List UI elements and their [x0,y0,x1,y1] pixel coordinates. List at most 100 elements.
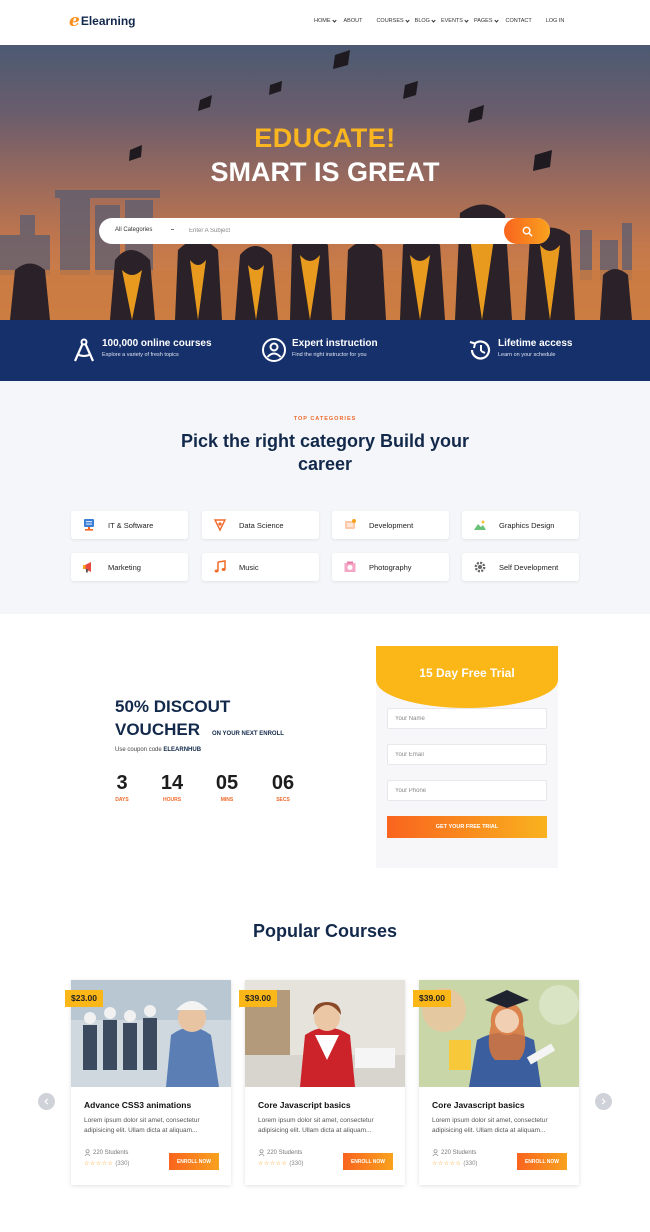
coupon-code: ELEARNHUB [163,747,202,753]
feature-subtitle: Find the right instructor for you [292,352,367,358]
nav-home[interactable]: HOME [314,17,337,24]
category-it-software[interactable]: IT & Software [71,511,188,539]
nav-events[interactable]: EVENTS [440,17,469,24]
students-text: 220 Students [441,1149,477,1156]
category-graphics-design[interactable]: Graphics Design [462,511,579,539]
enroll-now-button[interactable]: ENROLL NOW [517,1153,567,1170]
enroll-now-button[interactable]: ENROLL NOW [169,1153,219,1170]
nav-pages-label: PAGES [473,18,493,24]
phone-field[interactable] [387,780,547,801]
countdown-label: SECS [276,797,290,803]
user-circle-icon [262,338,286,362]
course-card[interactable]: $23.00 Advance CSS3 animations Lorem ips… [65,980,231,1185]
site-logo[interactable]: e Elearning [69,11,136,31]
nav-contact[interactable]: CONTACT [506,18,532,24]
category-label: Music [239,563,259,572]
category-self-development[interactable]: Self Development [462,553,579,581]
nav-courses[interactable]: COURSES [376,17,410,24]
star-rating-icon: ☆☆☆☆☆ [432,1161,462,1167]
features-bar: 100,000 online courses Explore a variety… [0,320,650,381]
students-count: 220 Students [84,1149,128,1156]
category-development[interactable]: Development [332,511,449,539]
course-card[interactable]: $39.00 Core Javascript basics Lorem ipsu… [413,980,579,1185]
main-nav: HOME ABOUT COURSES BLOG EVENTS PAGES CON… [314,17,565,24]
chevron-right-icon [601,1098,606,1105]
course-description: Lorem ipsum dolor sit amet, consectetur … [84,1117,200,1134]
free-trial-form: 15 Day Free Trial GET YOUR FREE TRIAL [376,646,558,868]
coupon-prefix: Use coupon code [115,747,162,753]
course-description: Lorem ipsum dolor sit amet, consectetur … [432,1117,548,1134]
search-button[interactable] [504,218,550,244]
get-free-trial-button[interactable]: GET YOUR FREE TRIAL [387,816,547,838]
coupon-text: Use coupon code ELEARNHUB [115,747,201,753]
chevron-down-icon [331,17,337,23]
categories-title: Pick the right category Build your caree… [180,431,470,474]
nav-pages[interactable]: PAGES [473,17,499,24]
email-field[interactable] [387,744,547,765]
category-label: Data Science [239,521,284,530]
nav-blog-label: BLOG [414,18,430,24]
countdown-value: 14 [160,772,184,794]
feature-title: Expert instruction [292,338,378,349]
search-icon [522,226,533,237]
category-data-science[interactable]: Data Science [202,511,319,539]
carousel-prev-button[interactable] [38,1093,55,1110]
enroll-now-button[interactable]: ENROLL NOW [343,1153,393,1170]
hero-title-line2: SMART IS GREAT [210,157,440,187]
category-label: Marketing [108,563,141,572]
feature-subtitle: Learn on your schedule [498,352,556,358]
logo-mark: e [69,11,80,31]
hero-title-line1: EDUCATE! [254,123,396,153]
course-title[interactable]: Core Javascript basics [432,1100,525,1110]
feature-title: Lifetime access [498,338,573,349]
nav-login[interactable]: LOG IN [546,18,565,24]
category-music[interactable]: Music [202,553,319,581]
course-title[interactable]: Core Javascript basics [258,1100,351,1110]
nav-blog[interactable]: BLOG [414,17,436,24]
search-category-select[interactable]: All Categories [115,227,152,233]
category-photography[interactable]: Photography [332,553,449,581]
logo-text: Elearning [80,14,136,28]
development-icon [345,519,356,529]
chevron-down-icon [405,17,410,23]
voucher-section: 50% DISCOUT VOUCHER ON YOUR NEXT ENROLL … [0,614,650,884]
search-input[interactable] [189,221,489,241]
nav-about[interactable]: ABOUT [344,18,363,24]
photo-icon [344,561,356,572]
carousel-next-button[interactable] [595,1093,612,1110]
course-rating: ☆☆☆☆☆ (330) [258,1160,304,1168]
students-count: 220 Students [258,1149,302,1156]
price-badge: $39.00 [413,990,451,1007]
nav-login-label: LOG IN [545,18,565,24]
countdown-value: 3 [116,772,128,794]
user-icon [258,1149,265,1156]
voucher-title-line1: 50% DISCOUT [115,697,231,716]
user-icon [84,1149,91,1156]
trial-title: 15 Day Free Trial [419,666,515,680]
category-label: Photography [369,563,412,572]
rating-count: (330) [463,1160,478,1167]
landscape-icon [474,520,486,530]
hero-banner: EDUCATE! SMART IS GREAT All Categories [0,45,650,320]
rating-count: (330) [115,1160,130,1167]
category-marketing[interactable]: Marketing [71,553,188,581]
star-rating-icon: ☆☆☆☆☆ [84,1161,114,1167]
name-field[interactable] [387,708,547,729]
history-icon [469,340,491,360]
countdown-value: 05 [215,772,239,794]
compass-icon [73,338,95,362]
rating-count: (330) [289,1160,304,1167]
countdown-days: 3 DAYS [102,771,142,803]
feature-subtitle: Explore a variety of fresh topics [102,352,179,358]
course-description: Lorem ipsum dolor sit amet, consectetur … [258,1117,374,1134]
categories-section: TOP CATEGORIES Pick the right category B… [0,381,650,614]
students-count: 220 Students [432,1149,476,1156]
course-card[interactable]: $39.00 Core Javascript basics Lorem ipsu… [239,980,405,1185]
nav-events-label: EVENTS [440,18,463,24]
chevron-down-icon [493,17,499,23]
category-label: IT & Software [108,521,154,530]
voucher-title-line2: VOUCHER [115,720,201,739]
gear-icon [474,561,486,573]
course-rating: ☆☆☆☆☆ (330) [84,1160,130,1168]
course-title[interactable]: Advance CSS3 animations [84,1100,191,1110]
